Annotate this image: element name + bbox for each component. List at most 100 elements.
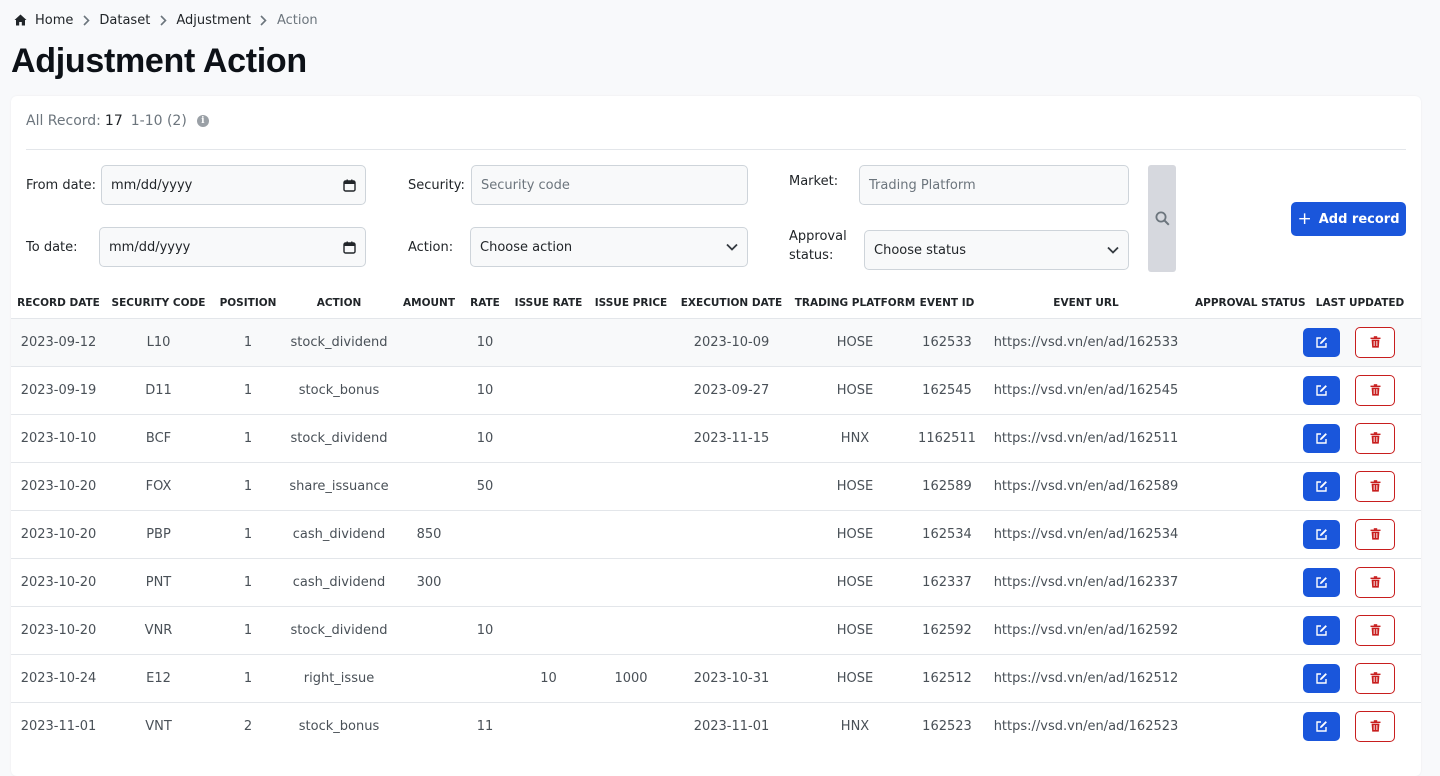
trash-icon [1370, 720, 1380, 732]
amount-cell [393, 653, 465, 702]
approval-status-cell [1195, 605, 1299, 654]
trash-icon [1370, 336, 1380, 348]
event-url-cell[interactable]: https://vsd.vn/en/ad/162512 [977, 653, 1195, 702]
event-url-cell[interactable]: https://vsd.vn/en/ad/162545 [977, 365, 1195, 414]
edit-button[interactable] [1303, 327, 1340, 357]
approval-status-cell [1195, 509, 1299, 558]
event-id-cell: 162589 [917, 461, 977, 510]
approval-status-select[interactable]: Choose status [864, 230, 1129, 270]
event-url-cell[interactable]: https://vsd.vn/en/ad/162523 [977, 701, 1195, 750]
approval-status-cell [1195, 557, 1299, 606]
approval-status-cell [1195, 365, 1299, 414]
breadcrumb-dataset[interactable]: Dataset [99, 13, 150, 28]
rate-cell [465, 509, 505, 558]
edit-button[interactable] [1303, 663, 1340, 693]
event-url-cell[interactable]: https://vsd.vn/en/ad/162337 [977, 557, 1195, 606]
trading-platform-cell: HNX [793, 701, 917, 750]
amount-cell [393, 461, 465, 510]
delete-button[interactable] [1355, 710, 1395, 742]
rate-cell: 10 [465, 605, 505, 654]
amount-cell [393, 413, 465, 462]
delete-button[interactable] [1355, 614, 1395, 646]
to-date-input[interactable]: mm/dd/yyyy [99, 227, 366, 267]
issue-rate-cell [505, 701, 592, 750]
market-input[interactable]: Trading Platform [859, 165, 1129, 205]
trash-icon [1370, 432, 1380, 444]
security-placeholder: Security code [481, 177, 570, 193]
info-icon[interactable]: i [196, 115, 209, 127]
trading-platform-cell: HOSE [793, 317, 917, 366]
action-cell: stock_dividend [285, 413, 393, 462]
action-select-value: Choose action [480, 239, 573, 255]
rate-cell: 10 [465, 365, 505, 414]
delete-button[interactable] [1355, 326, 1395, 358]
delete-button[interactable] [1355, 662, 1395, 694]
from-date-input[interactable]: mm/dd/yyyy [101, 165, 366, 205]
table-body: 2023-09-12 L10 1 stock_dividend 10 2023-10-09… [11, 317, 1421, 750]
edit-button[interactable] [1303, 375, 1340, 405]
record-date-cell: 2023-10-20 [11, 509, 106, 558]
delete-button[interactable] [1355, 566, 1395, 598]
event-url-cell[interactable]: https://vsd.vn/en/ad/162533 [977, 317, 1195, 366]
column-header: POSITION [219, 296, 277, 309]
row-actions-cell [1299, 461, 1421, 510]
action-cell: cash_dividend [285, 509, 393, 558]
breadcrumb-home[interactable]: Home [14, 13, 73, 28]
breadcrumb-adjustment[interactable]: Adjustment [176, 13, 251, 28]
column-header: ISSUE RATE [514, 296, 583, 309]
row-actions-cell [1299, 413, 1421, 462]
calendar-icon[interactable] [343, 241, 356, 254]
approval-status-cell [1195, 413, 1299, 462]
trash-icon [1370, 480, 1380, 492]
approval-label-line1: Approval [789, 229, 847, 244]
delete-button[interactable] [1355, 374, 1395, 406]
edit-button[interactable] [1303, 711, 1340, 741]
approval-status-cell [1195, 653, 1299, 702]
event-url-cell[interactable]: https://vsd.vn/en/ad/162534 [977, 509, 1195, 558]
security-input[interactable]: Security code [471, 165, 748, 205]
execution-date-cell [670, 557, 793, 606]
edit-button[interactable] [1303, 471, 1340, 501]
calendar-icon[interactable] [343, 179, 356, 192]
rate-cell [465, 653, 505, 702]
event-url-cell[interactable]: https://vsd.vn/en/ad/162589 [977, 461, 1195, 510]
table-row: 2023-09-12 L10 1 stock_dividend 10 2023-10-09… [11, 317, 1421, 366]
edit-button[interactable] [1303, 519, 1340, 549]
security-label: Security: [408, 178, 465, 193]
edit-button[interactable] [1303, 615, 1340, 645]
trading-platform-cell: HOSE [793, 461, 917, 510]
add-record-button[interactable]: + Add record [1291, 202, 1406, 236]
edit-icon [1316, 336, 1327, 348]
event-id-cell: 1162511 [917, 413, 977, 462]
event-id-cell: 162533 [917, 317, 977, 366]
row-actions-cell [1299, 701, 1421, 750]
row-actions-cell [1299, 365, 1421, 414]
issue-rate-cell: 10 [505, 653, 592, 702]
trading-platform-cell: HOSE [793, 653, 917, 702]
trading-platform-cell: HOSE [793, 557, 917, 606]
event-url-cell[interactable]: https://vsd.vn/en/ad/162592 [977, 605, 1195, 654]
market-label: Market: [789, 174, 839, 189]
delete-button[interactable] [1355, 470, 1395, 502]
delete-button[interactable] [1355, 422, 1395, 454]
issue-rate-cell [505, 509, 592, 558]
action-select[interactable]: Choose action [470, 227, 748, 267]
execution-date-cell: 2023-09-27 [670, 365, 793, 414]
table-header-row: RECORD DATE SECURITY CODE POSITION ACTIO… [11, 288, 1421, 318]
search-button[interactable] [1148, 165, 1176, 272]
edit-button[interactable] [1303, 567, 1340, 597]
column-header: RATE [470, 296, 500, 309]
delete-button[interactable] [1355, 518, 1395, 550]
chevron-right-icon [150, 14, 176, 26]
action-cell: stock_dividend [285, 317, 393, 366]
record-date-cell: 2023-10-10 [11, 413, 106, 462]
edit-icon [1316, 384, 1327, 396]
home-icon [14, 14, 27, 26]
edit-icon [1316, 432, 1327, 444]
column-header: SECURITY CODE [111, 296, 206, 309]
event-id-cell: 162545 [917, 365, 977, 414]
event-url-cell[interactable]: https://vsd.vn/en/ad/162511 [977, 413, 1195, 462]
chevron-down-icon [1107, 246, 1119, 254]
from-date-label: From date: [26, 178, 97, 193]
edit-button[interactable] [1303, 423, 1340, 453]
